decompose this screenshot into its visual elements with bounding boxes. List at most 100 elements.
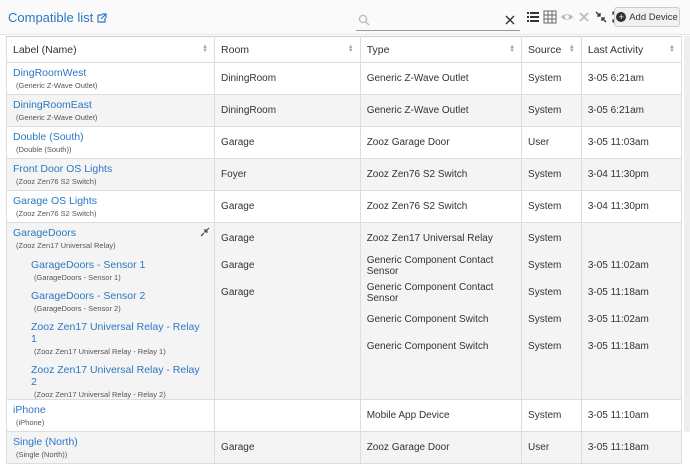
add-device-button[interactable]: + Add Device <box>614 7 680 27</box>
search-input[interactable] <box>374 12 502 30</box>
last-activity-cell: 3-05 6:21am <box>580 62 683 95</box>
last-activity-cell: 3-05 11:02am <box>587 260 649 271</box>
room-cell <box>214 399 361 432</box>
type-cell: Zooz Zen17 Universal Relay <box>366 233 493 244</box>
type-cell: Generic Z-Wave Outlet <box>359 62 523 95</box>
room-cell: Foyer <box>214 158 361 191</box>
table-row[interactable]: DiningRoomEast (Generic Z-Wave Outlet) Di… <box>5 94 683 127</box>
col-room[interactable]: Room ▲ ▼ <box>214 36 361 63</box>
source-cell: System <box>528 314 562 325</box>
collapse-all-icon[interactable] <box>594 10 608 24</box>
child-device-link[interactable]: Zooz Zen17 Universal Relay - Relay 1 <box>31 321 208 345</box>
room-cell <box>221 333 354 360</box>
sort-icon: ▲ ▼ <box>202 44 209 54</box>
device-link[interactable]: Front Door OS Lights <box>13 163 208 175</box>
compatible-list-link[interactable]: Compatible list <box>8 10 107 25</box>
view-controls <box>526 10 625 24</box>
device-link[interactable]: DingRoomWest <box>13 67 208 79</box>
source-cell: System <box>521 94 582 127</box>
list-view-icon[interactable] <box>526 10 540 24</box>
room-cell: DiningRoom <box>214 62 361 95</box>
col-source[interactable]: Source ▲ ▼ <box>521 36 582 63</box>
sort-icon: ▲ ▼ <box>669 44 675 54</box>
source-cell: System <box>528 260 562 271</box>
room-cell: Garage <box>214 431 361 464</box>
device-table: Label (Name) ▲ ▼ Room ▲ ▼ Type ▲ ▼ Source ▲ ▼ La… <box>5 36 683 464</box>
device-name: (Generic Z-Wave Outlet) <box>16 113 98 122</box>
device-link[interactable]: iPhone <box>13 404 208 416</box>
device-link[interactable]: Double (South) <box>13 131 208 143</box>
source-cell: System <box>521 62 582 95</box>
device-name: (GarageDoors - Sensor 2) <box>34 304 121 313</box>
device-name: (Single (North)) <box>16 450 68 459</box>
device-name: (Zooz Zen76 S2 Switch) <box>16 177 97 186</box>
type-cell: Zooz Zen76 S2 Switch <box>359 158 523 191</box>
last-activity-cell: 3-05 11:18am <box>580 431 683 464</box>
last-activity-cell <box>588 225 675 252</box>
device-name: (Zooz Zen17 Universal Relay - Relay 1) <box>34 347 166 356</box>
add-icon: + <box>616 12 627 22</box>
device-link[interactable]: GarageDoors <box>13 227 208 239</box>
search-box <box>356 12 520 31</box>
source-cell: System <box>521 399 582 432</box>
device-link[interactable]: DiningRoomEast <box>13 99 208 111</box>
page-title[interactable]: Compatible list <box>8 10 93 25</box>
source-cell: System <box>528 341 562 352</box>
room-cell: Garage <box>221 233 255 244</box>
source-cell: System <box>528 233 562 244</box>
last-activity-cell: 3-05 11:18am <box>587 341 649 352</box>
device-name: (Double (South)) <box>16 145 72 154</box>
table-row[interactable]: Garage OS Lights (Zooz Zen76 S2 Switch) G… <box>5 190 683 223</box>
sort-icon: ▲ ▼ <box>509 44 516 54</box>
device-name: (GarageDoors - Sensor 1) <box>34 273 121 282</box>
group-row[interactable]: GarageDoors (Zooz Zen17 Universal Relay) … <box>5 222 683 400</box>
last-activity-cell: 3-05 11:02am <box>587 314 649 325</box>
source-cell: System <box>521 190 582 223</box>
last-activity-cell: 3-05 11:10am <box>580 399 683 432</box>
table-row[interactable]: iPhone (iPhone) Mobile App Device System … <box>5 399 683 432</box>
col-type[interactable]: Type ▲ ▼ <box>359 36 523 63</box>
source-cell: System <box>521 158 582 191</box>
child-device-link[interactable]: GarageDoors - Sensor 1 <box>31 259 208 271</box>
last-activity-cell: 3-04 11:30pm <box>580 158 683 191</box>
type-cell: Zooz Garage Door <box>359 126 523 159</box>
room-cell: DiningRoom <box>214 94 361 127</box>
type-cell: Generic Component Contact Sensor <box>366 254 494 277</box>
source-cell: User <box>521 126 582 159</box>
collapse-group-icon[interactable] <box>200 227 210 237</box>
device-link[interactable]: Garage OS Lights <box>13 195 208 207</box>
table-row[interactable]: Double (South) (Double (South)) Garage Zo… <box>5 126 683 159</box>
search-icon <box>358 14 370 26</box>
room-cell: Garage <box>214 190 361 223</box>
last-activity-cell: 3-05 11:18am <box>587 287 649 298</box>
device-name: (Zooz Zen17 Universal Relay) <box>16 241 116 250</box>
room-cell: Garage <box>214 126 361 159</box>
type-cell: Zooz Zen76 S2 Switch <box>359 190 523 223</box>
type-cell: Mobile App Device <box>359 399 523 432</box>
grid-view-icon[interactable] <box>543 10 557 24</box>
sort-icon: ▲ ▼ <box>347 44 354 54</box>
last-activity-cell: 3-05 11:03am <box>580 126 683 159</box>
type-cell: Generic Component Switch <box>366 314 489 325</box>
source-cell: User <box>521 431 582 464</box>
type-cell: Generic Component Switch <box>366 341 489 352</box>
child-device-link[interactable]: GarageDoors - Sensor 2 <box>31 290 208 302</box>
table-row[interactable]: Front Door OS Lights (Zooz Zen76 S2 Switc… <box>5 158 683 191</box>
type-cell: Generic Z-Wave Outlet <box>359 94 523 127</box>
room-cell <box>221 306 354 333</box>
eye-icon[interactable] <box>560 10 574 24</box>
clear-search-icon[interactable] <box>504 14 516 26</box>
type-cell: Generic Component Contact Sensor <box>366 281 494 304</box>
scrollbar[interactable] <box>684 36 690 432</box>
device-link[interactable]: Single (North) <box>13 436 208 448</box>
type-cell: Zooz Garage Door <box>359 431 523 464</box>
col-label[interactable]: Label (Name) ▲ ▼ <box>5 36 216 63</box>
col-last-activity[interactable]: Last Activity ▲ ▼ <box>580 36 683 63</box>
room-cell: Garage <box>221 260 255 271</box>
last-activity-cell: 3-05 6:21am <box>580 94 683 127</box>
table-row[interactable]: DingRoomWest (Generic Z-Wave Outlet) Dini… <box>5 62 683 95</box>
close-icon[interactable] <box>577 10 591 24</box>
external-link-icon[interactable] <box>97 12 107 23</box>
child-device-link[interactable]: Zooz Zen17 Universal Relay - Relay 2 <box>31 364 208 388</box>
table-row[interactable]: Single (North) (Single (North)) Garage Zo… <box>5 431 683 464</box>
